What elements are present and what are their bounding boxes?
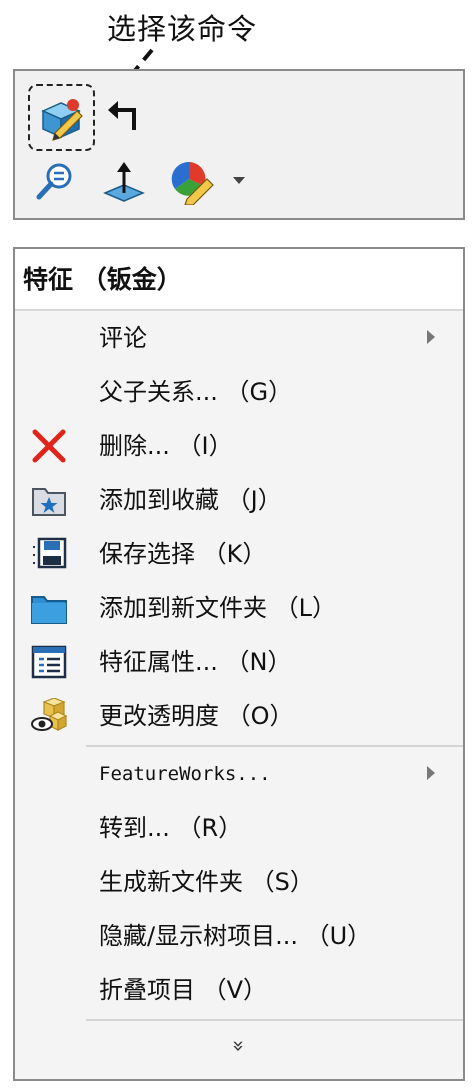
menu-item-save-selection[interactable]: 保存选择 （K） [15,527,463,581]
menu-header: 特征 （钣金） [15,249,463,311]
normal-to-icon [103,162,145,202]
context-toolbar [13,69,465,220]
menu-item-label: 父子关系... （G） [99,378,293,406]
feature-properties-icon [29,643,69,681]
expand-menu-button[interactable]: » [15,1019,463,1073]
submenu-arrow-icon [427,766,435,780]
edit-appearance-icon [40,98,83,141]
menu-item-delete[interactable]: 删除... （I） [15,419,463,473]
menu-item-label: 保存选择 （K） [99,540,267,568]
zoom-to-selection-icon [36,163,72,200]
normal-to-button[interactable] [101,159,147,205]
edit-appearance-button[interactable] [28,84,95,151]
menu-item-label: 隐藏/显示树项目... （U） [99,922,372,950]
menu-item-add-to-new-folder[interactable]: 添加到新文件夹 （L） [15,581,463,635]
menu-item-add-to-favorites[interactable]: 添加到收藏 （J） [15,473,463,527]
menu-item-change-transparency[interactable]: 更改透明度 （O） [15,689,463,743]
save-selection-icon [29,535,69,573]
delete-x-icon [29,427,69,465]
menu-item-label: 添加到收藏 （J） [99,486,282,514]
expand-chevron-icon: » [227,1039,251,1053]
submenu-arrow-icon [427,330,435,344]
menu-item-label: 添加到新文件夹 （L） [99,594,336,622]
menu-item-hide-show-tree-items[interactable]: 隐藏/显示树项目... （U） [15,909,463,963]
zoom-to-selection-button[interactable] [33,159,77,203]
menu-item-parent-child[interactable]: 父子关系... （G） [15,365,463,419]
menu-item-go-to[interactable]: 转到... （R） [15,801,463,855]
appearance-button[interactable] [167,157,217,207]
menu-item-label: FeatureWorks... [99,763,271,785]
menu-item-label: 生成新文件夹 （S） [99,868,314,896]
context-menu: 特征 （钣金） 评论 父子关系... （G） 删除... （I） 添加到收藏 （… [13,247,465,1081]
menu-item-label: 更改透明度 （O） [99,702,294,730]
menu-item-feature-properties[interactable]: 特征属性... （N） [15,635,463,689]
menu-item-comment[interactable]: 评论 [15,311,463,365]
menu-item-label: 评论 [99,324,147,352]
transparency-icon [29,697,69,735]
appearance-dropdown[interactable] [227,171,251,191]
new-folder-icon [29,589,69,627]
menu-item-label: 折叠项目 （V） [99,976,268,1004]
return-arrow-icon [108,101,136,130]
menu-item-label: 特征属性... （N） [99,648,292,676]
favorite-folder-icon [29,481,69,519]
menu-item-featureworks[interactable]: FeatureWorks... [15,747,463,801]
menu-item-label: 转到... （R） [99,814,243,842]
menu-item-create-new-folder[interactable]: 生成新文件夹 （S） [15,855,463,909]
appearance-icon [171,161,214,205]
dropdown-arrow-icon [233,177,245,184]
return-button[interactable] [103,93,145,135]
menu-item-collapse-items[interactable]: 折叠项目 （V） [15,963,463,1017]
callout-label: 选择该命令 [107,12,258,46]
menu-item-label: 删除... （I） [99,432,233,460]
